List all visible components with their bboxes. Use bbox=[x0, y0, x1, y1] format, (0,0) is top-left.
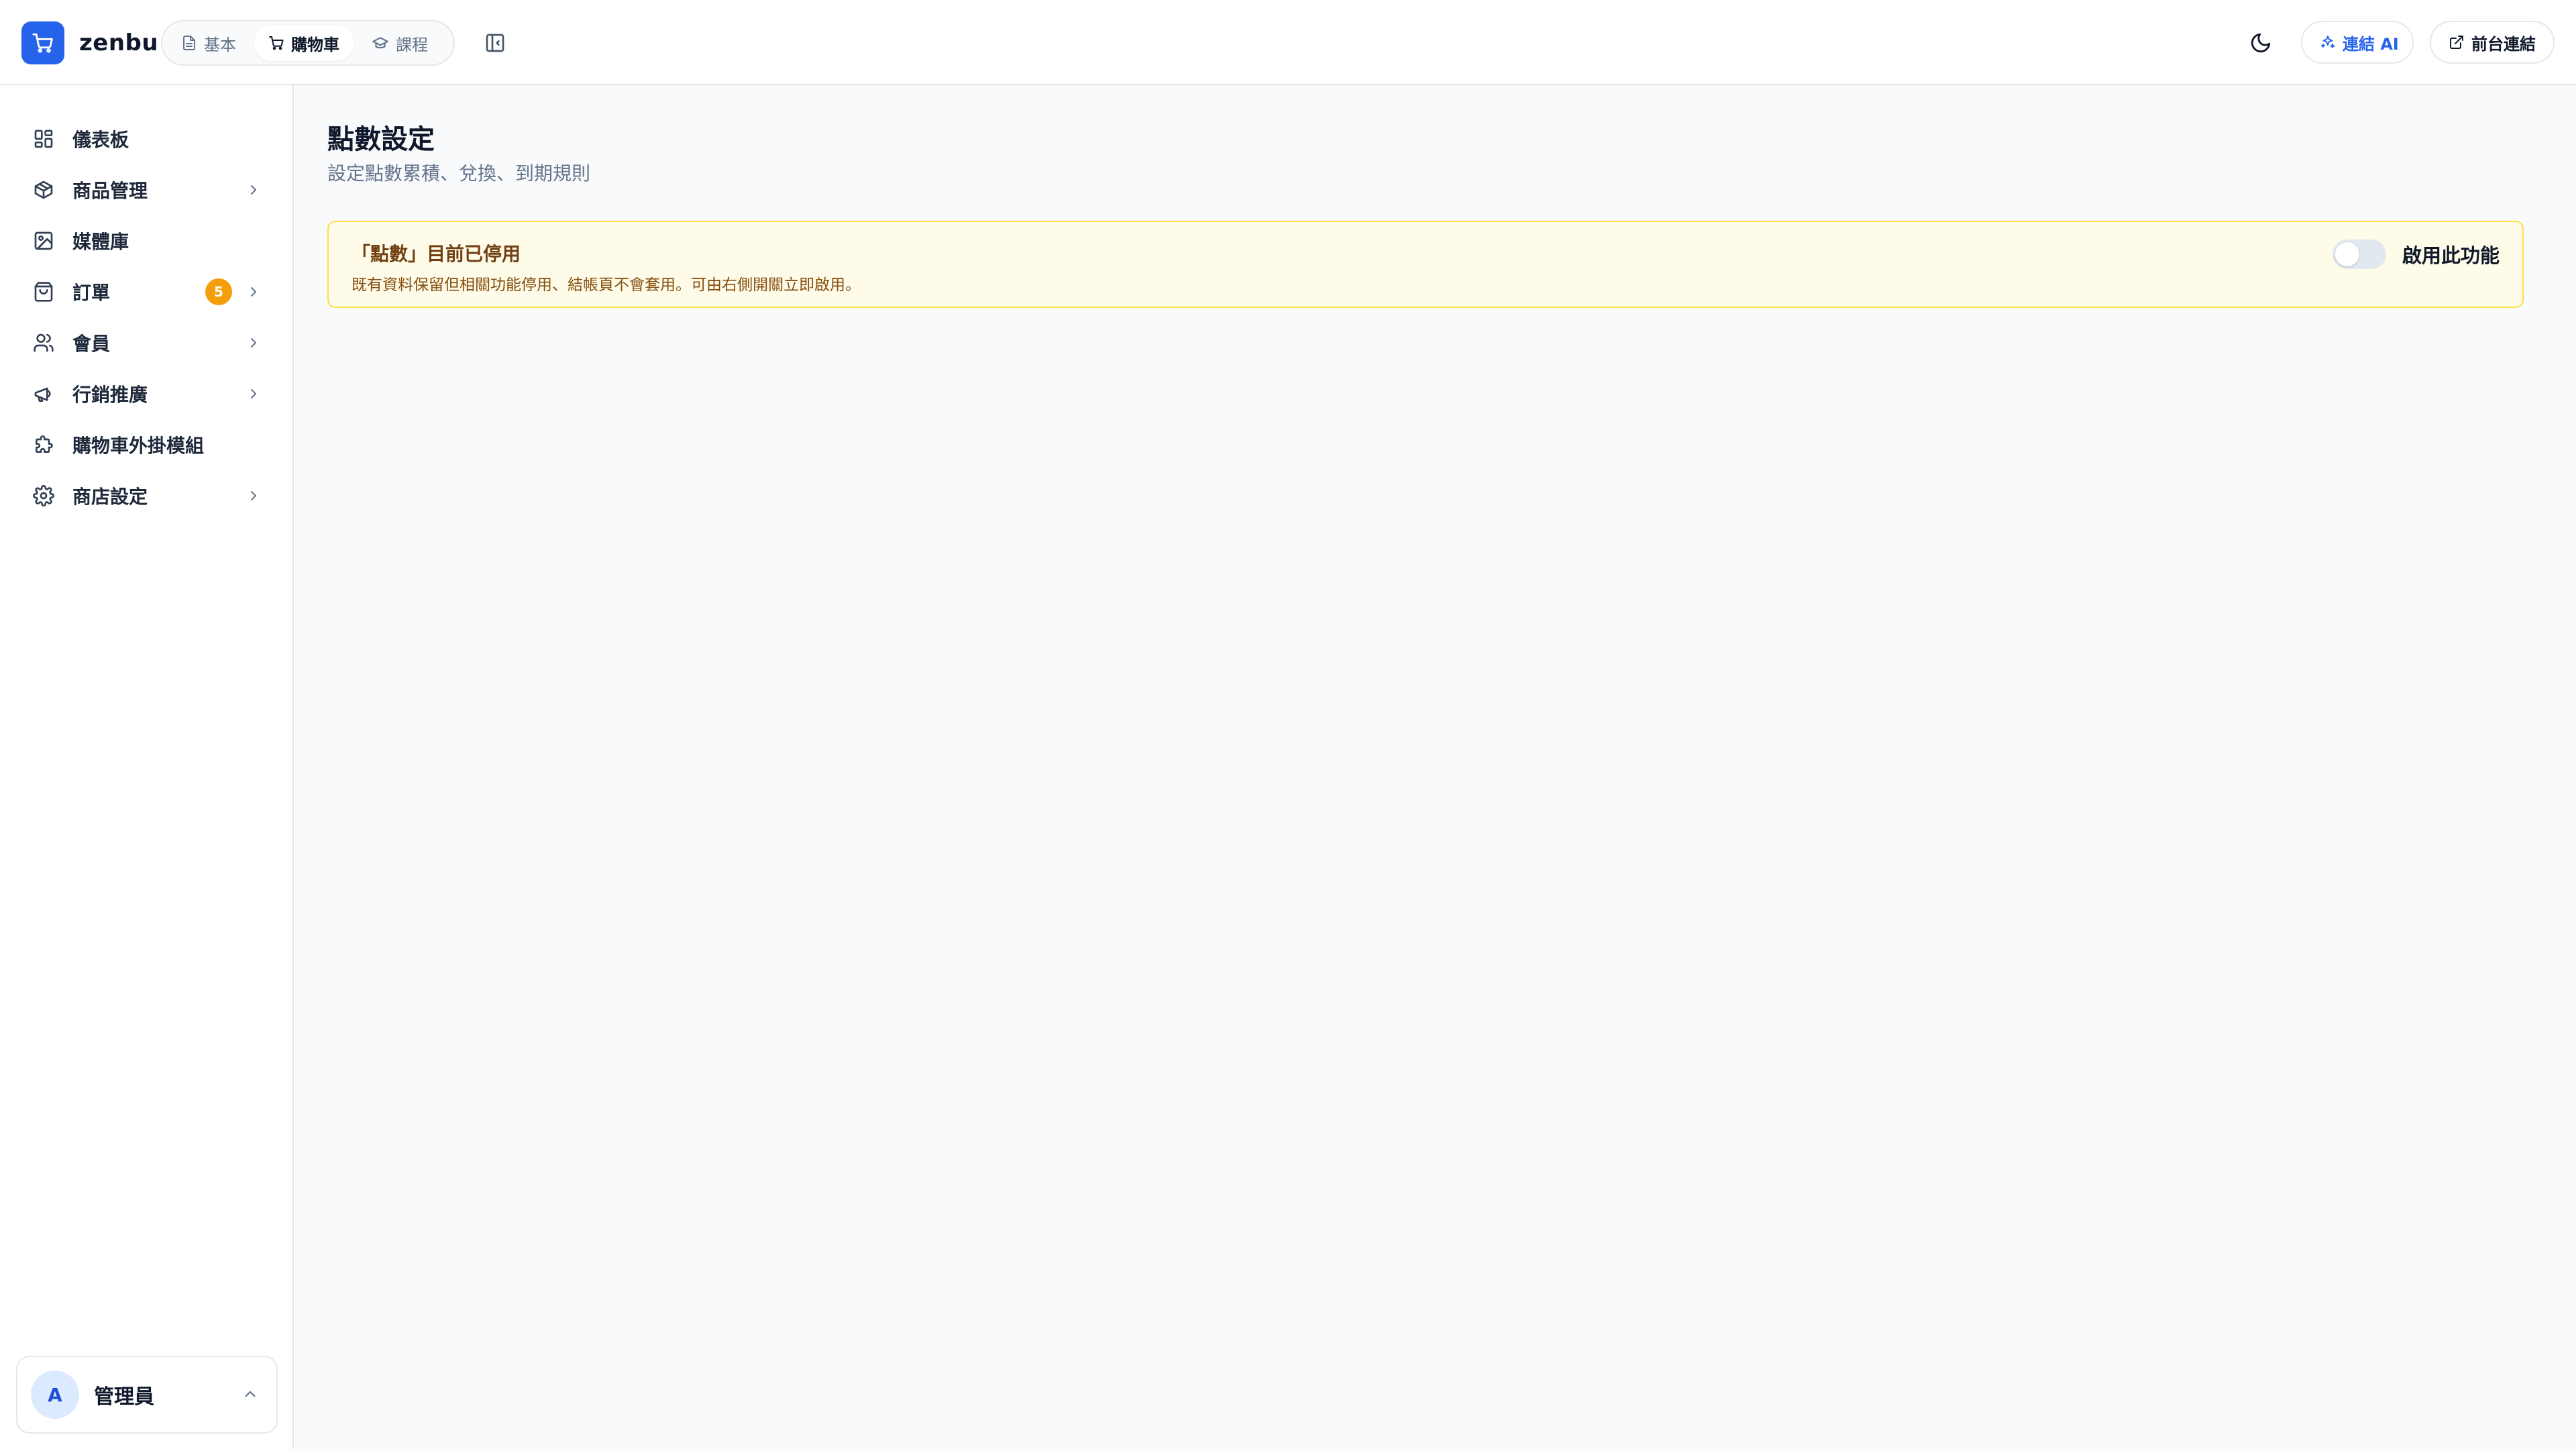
chevron-up-icon bbox=[241, 1385, 259, 1403]
cart-icon bbox=[268, 35, 284, 51]
sidebar-item-marketing[interactable]: 行銷推廣 bbox=[16, 368, 278, 419]
tab-cart-label: 購物車 bbox=[291, 35, 339, 54]
enable-feature-control: 啟用此功能 bbox=[2332, 239, 2500, 269]
top-header: zenbu 基本 購物車 課程 連結 AI 前台連結 bbox=[0, 0, 2576, 85]
order-count-badge: 5 bbox=[205, 278, 232, 305]
nav-right bbox=[246, 182, 262, 198]
chevron-right-icon bbox=[251, 287, 256, 297]
enable-feature-label: 啟用此功能 bbox=[2402, 244, 2500, 267]
avatar: A bbox=[31, 1371, 79, 1419]
nav-right bbox=[246, 335, 262, 351]
sidebar-item-orders[interactable]: 訂單 5 bbox=[16, 266, 278, 317]
connect-ai-button[interactable]: 連結 AI bbox=[2301, 21, 2414, 64]
sidebar-item-label: 商品管理 bbox=[72, 180, 148, 202]
chevron-right-icon bbox=[251, 491, 256, 500]
sidebar-item-dashboard[interactable]: 儀表板 bbox=[16, 113, 278, 164]
brand-name: zenbu bbox=[79, 30, 159, 56]
nav-right bbox=[246, 488, 262, 504]
user-menu-button[interactable]: A 管理員 bbox=[16, 1356, 278, 1434]
notice-title: 「點數」目前已停用 bbox=[352, 243, 521, 265]
page-title: 點數設定 bbox=[327, 124, 435, 155]
file-icon bbox=[181, 35, 197, 51]
mode-switch: 基本 購物車 課程 bbox=[161, 20, 455, 66]
sidebar-item-products[interactable]: 商品管理 bbox=[16, 164, 278, 215]
sidebar-item-media[interactable]: 媒體庫 bbox=[16, 215, 278, 266]
sidebar-item-label: 商店設定 bbox=[72, 486, 148, 508]
sparkles-icon bbox=[2320, 34, 2336, 50]
sidebar-item-label: 會員 bbox=[72, 333, 111, 355]
sidebar-item-members[interactable]: 會員 bbox=[16, 317, 278, 368]
puzzle-icon bbox=[32, 433, 55, 456]
dashboard-icon bbox=[32, 127, 55, 150]
theme-toggle-button[interactable] bbox=[2247, 30, 2274, 56]
brand[interactable]: zenbu bbox=[21, 21, 158, 64]
page-subtitle: 設定點數累積、兌換、到期規則 bbox=[327, 162, 591, 184]
package-icon bbox=[32, 178, 55, 201]
tab-course[interactable]: 課程 bbox=[357, 25, 443, 61]
megaphone-icon bbox=[32, 382, 55, 405]
moon-icon bbox=[2251, 33, 2271, 53]
sidebar-toggle-button[interactable] bbox=[483, 31, 507, 55]
external-link-icon bbox=[2449, 34, 2465, 50]
cart-logo-icon bbox=[21, 21, 64, 64]
sidebar-item-cart-plugins[interactable]: 購物車外掛模組 bbox=[16, 419, 278, 470]
users-icon bbox=[32, 331, 55, 354]
graduation-cap-icon bbox=[372, 34, 389, 52]
sidebar-nav: 儀表板 商品管理 媒體庫 訂單 5 會員 行銷推廣 購物車外掛模組 商店設定 bbox=[16, 113, 278, 521]
connect-ai-label: 連結 AI bbox=[2343, 34, 2399, 54]
chevron-right-icon bbox=[251, 185, 256, 195]
sidebar-item-store-settings[interactable]: 商店設定 bbox=[16, 470, 278, 521]
frontend-link-button[interactable]: 前台連結 bbox=[2430, 21, 2555, 64]
sidebar-item-label: 儀表板 bbox=[72, 129, 129, 151]
enable-feature-toggle[interactable] bbox=[2332, 239, 2386, 269]
user-name: 管理員 bbox=[94, 1385, 154, 1409]
sidebar: 儀表板 商品管理 媒體庫 訂單 5 會員 行銷推廣 購物車外掛模組 商店設定 A… bbox=[0, 85, 294, 1449]
gear-icon bbox=[32, 484, 55, 507]
shopping-bag-icon bbox=[32, 280, 55, 303]
tab-basic-label: 基本 bbox=[204, 35, 236, 54]
panel-left-icon bbox=[486, 34, 504, 52]
tab-cart[interactable]: 購物車 bbox=[254, 25, 354, 61]
tab-course-label: 課程 bbox=[396, 35, 428, 54]
feature-disabled-notice: 「點數」目前已停用 既有資料保留但相關功能停用、結帳頁不會套用。可由右側開關立即… bbox=[327, 221, 2524, 308]
image-icon bbox=[32, 229, 55, 252]
nav-right: 5 bbox=[205, 278, 262, 305]
toggle-knob bbox=[2334, 242, 2359, 266]
notice-description: 既有資料保留但相關功能停用、結帳頁不會套用。可由右側開關立即啟用。 bbox=[352, 276, 861, 294]
chevron-right-icon bbox=[251, 389, 256, 398]
sidebar-item-label: 訂單 bbox=[72, 282, 111, 304]
sidebar-item-label: 購物車外掛模組 bbox=[72, 435, 205, 457]
chevron-right-icon bbox=[251, 338, 256, 347]
sidebar-item-label: 行銷推廣 bbox=[72, 384, 148, 406]
sidebar-item-label: 媒體庫 bbox=[72, 231, 129, 253]
nav-right bbox=[246, 386, 262, 402]
frontend-link-label: 前台連結 bbox=[2471, 34, 2536, 54]
main-content: 點數設定 設定點數累積、兌換、到期規則 「點數」目前已停用 既有資料保留但相關功… bbox=[295, 85, 2576, 1449]
tab-basic[interactable]: 基本 bbox=[166, 25, 251, 61]
